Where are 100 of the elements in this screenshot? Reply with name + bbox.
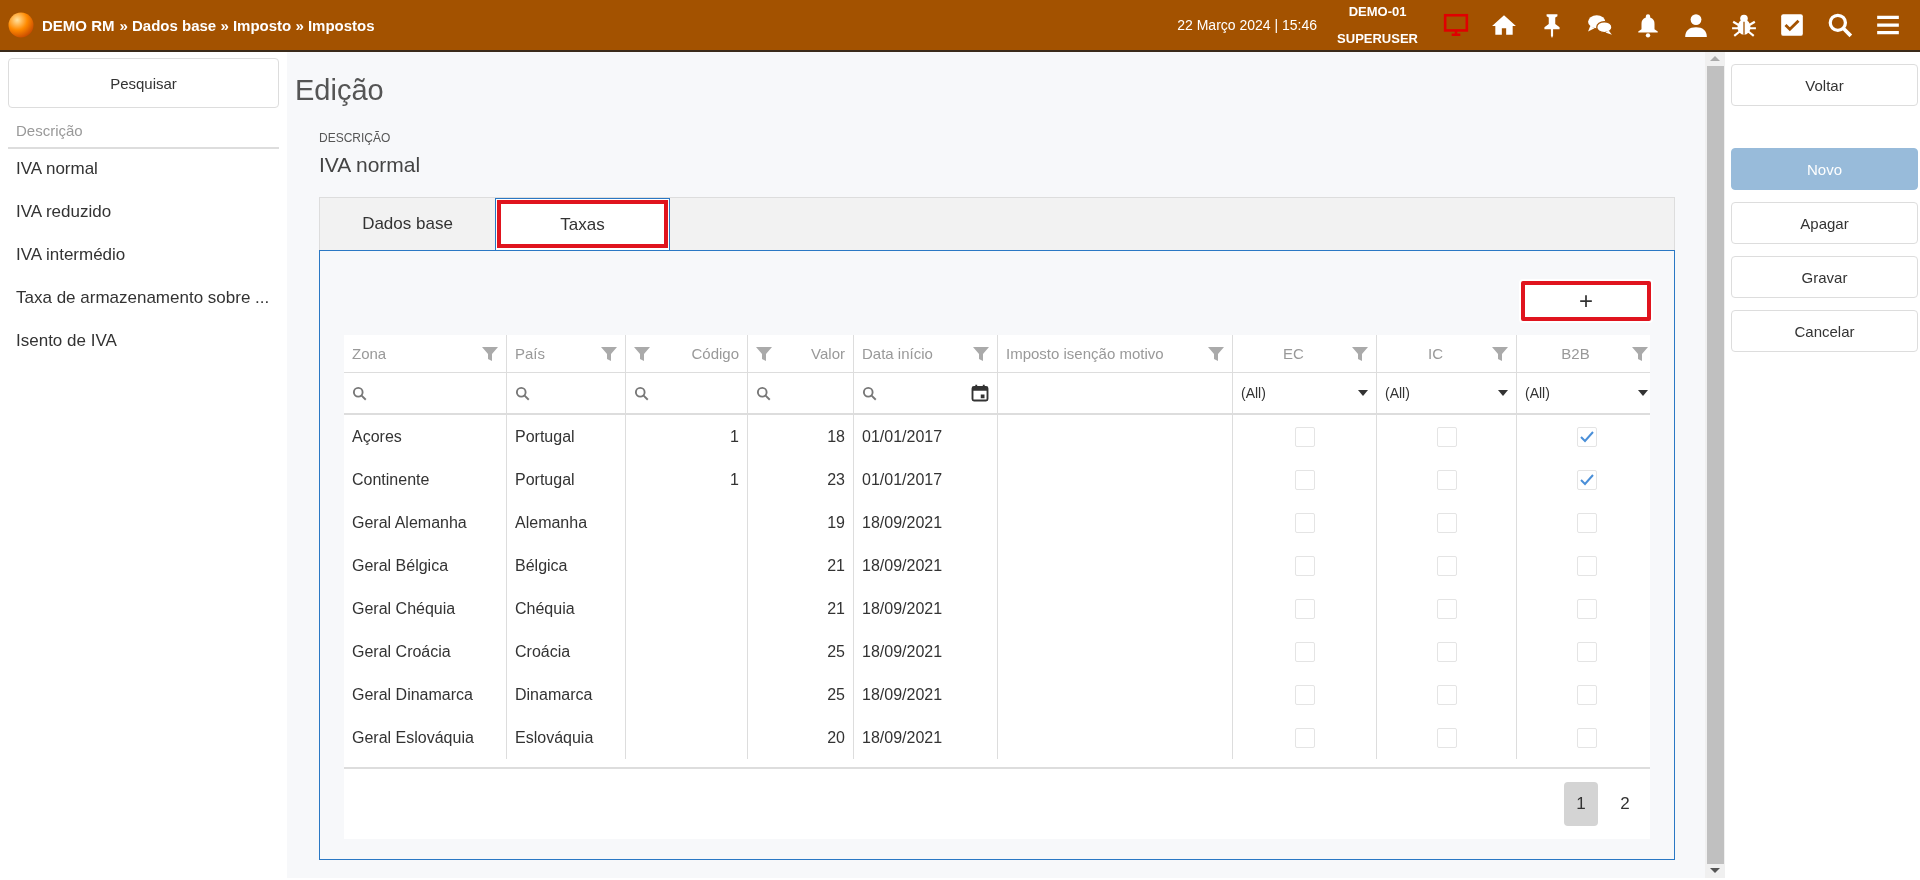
page-title: Edição	[295, 74, 385, 107]
caret-icon[interactable]	[1638, 390, 1648, 396]
checkbox[interactable]	[1576, 555, 1597, 576]
calendar-icon[interactable]	[971, 384, 989, 402]
list-item[interactable]: IVA intermédio	[8, 235, 279, 278]
down-arrow-icon[interactable]	[1710, 868, 1720, 874]
checkbox[interactable]	[1576, 512, 1597, 533]
checkbox[interactable]	[1294, 555, 1315, 576]
table-cell: Alemanha	[515, 513, 588, 532]
checkbox[interactable]	[1294, 727, 1315, 748]
checkbox[interactable]	[1436, 684, 1457, 705]
table-cell: 18/09/2021	[862, 685, 943, 704]
checkbox[interactable]	[1436, 512, 1457, 533]
list-item[interactable]: IVA reduzido	[8, 192, 279, 235]
filter-icon[interactable]	[973, 345, 989, 362]
field-value: IVA normal	[319, 153, 422, 177]
filter-dropdown[interactable]: (All)	[1525, 385, 1648, 401]
page-button[interactable]: 2	[1608, 782, 1642, 826]
table-cell: 1	[730, 427, 739, 446]
caret-icon[interactable]	[1358, 390, 1368, 396]
checkbox[interactable]	[1294, 641, 1315, 662]
search-icon[interactable]	[1827, 12, 1853, 38]
search-icon[interactable]	[634, 385, 649, 401]
filter-icon[interactable]	[1492, 345, 1508, 362]
table-cell: Açores	[352, 427, 402, 446]
checkbox[interactable]	[1576, 684, 1597, 705]
action-button[interactable]: Cancelar	[1731, 310, 1918, 352]
checkbox[interactable]	[1576, 641, 1597, 662]
search-icon[interactable]	[515, 385, 530, 401]
search-icon[interactable]	[862, 385, 877, 401]
table-cell: Portugal	[515, 427, 575, 446]
table-cell: 25	[827, 642, 845, 661]
checkbox[interactable]	[1576, 598, 1597, 619]
filter-icon[interactable]	[1208, 345, 1224, 362]
checkbox[interactable]	[1294, 684, 1315, 705]
table-cell: Chéquia	[515, 599, 575, 618]
table-cell: 21	[827, 599, 845, 618]
bell-icon[interactable]	[1635, 12, 1661, 38]
table-cell: 21	[827, 556, 845, 575]
table-cell: Geral Bélgica	[352, 556, 449, 575]
bug-icon[interactable]	[1731, 12, 1757, 38]
filter-icon[interactable]	[1352, 345, 1368, 362]
checkbox[interactable]	[1436, 641, 1457, 662]
checkbox[interactable]	[1576, 426, 1597, 447]
table-cell: 18/09/2021	[862, 556, 943, 575]
filter-icon[interactable]	[1632, 345, 1648, 362]
up-arrow-icon[interactable]	[1710, 56, 1720, 62]
tab[interactable]: Dados base	[320, 198, 495, 250]
checkbox[interactable]	[1294, 512, 1315, 533]
app-name[interactable]: DEMO RM	[42, 16, 115, 34]
checkbox[interactable]	[1436, 555, 1457, 576]
checkbox[interactable]	[1436, 469, 1457, 490]
table-cell: Dinamarca	[515, 685, 593, 704]
monitor-icon[interactable]	[1443, 12, 1469, 38]
table-cell: Geral Chéquia	[352, 599, 456, 618]
action-button[interactable]: Voltar	[1731, 64, 1918, 106]
chat-icon[interactable]	[1587, 12, 1613, 38]
checkbox[interactable]	[1436, 727, 1457, 748]
checkbox[interactable]	[1576, 727, 1597, 748]
company-label: DEMO-01	[1348, 4, 1407, 19]
table-cell: Croácia	[515, 642, 571, 661]
checkbox[interactable]	[1436, 598, 1457, 619]
checkbox[interactable]	[1294, 426, 1315, 447]
search-icon[interactable]	[352, 385, 367, 401]
list-item[interactable]: Taxa de armazenamento sobre ...	[8, 278, 279, 321]
list-item[interactable]: Isento de IVA	[8, 321, 279, 364]
table-cell: Bélgica	[515, 556, 568, 575]
table-cell: 23	[827, 470, 845, 489]
table-cell: Continente	[352, 470, 430, 489]
action-button[interactable]: Gravar	[1731, 256, 1918, 298]
add-button[interactable]: +	[1519, 279, 1653, 323]
filter-icon[interactable]	[482, 345, 498, 362]
table-cell: Portugal	[515, 470, 575, 489]
checkbox[interactable]	[1294, 598, 1315, 619]
table-cell: 18/09/2021	[862, 513, 943, 532]
table-cell: 01/01/2017	[862, 470, 943, 489]
filter-dropdown[interactable]: (All)	[1385, 385, 1508, 401]
filter-icon[interactable]	[756, 345, 772, 362]
checkbox-icon[interactable]	[1779, 12, 1805, 38]
table-cell: Geral Dinamarca	[352, 685, 473, 704]
checkbox[interactable]	[1576, 469, 1597, 490]
filter-icon[interactable]	[601, 345, 617, 362]
action-button[interactable]: Apagar	[1731, 202, 1918, 244]
checkbox[interactable]	[1294, 469, 1315, 490]
tab[interactable]: Taxas	[495, 198, 670, 250]
scrollbar[interactable]	[1705, 52, 1725, 878]
filter-icon[interactable]	[634, 345, 650, 362]
table-cell: 18/09/2021	[862, 599, 943, 618]
table-cell: 18/09/2021	[862, 728, 943, 747]
filter-dropdown[interactable]: (All)	[1241, 385, 1368, 401]
table-cell: 20	[827, 728, 845, 747]
table-cell: Eslováquia	[515, 728, 594, 747]
user-icon[interactable]	[1683, 12, 1709, 38]
caret-icon[interactable]	[1498, 390, 1508, 396]
search-icon[interactable]	[756, 385, 771, 401]
list-item[interactable]: IVA normal	[8, 149, 279, 192]
page-button[interactable]: 1	[1564, 782, 1598, 826]
checkbox[interactable]	[1436, 426, 1457, 447]
search-button[interactable]: Pesquisar	[8, 58, 279, 108]
table-cell: 18/09/2021	[862, 642, 943, 661]
